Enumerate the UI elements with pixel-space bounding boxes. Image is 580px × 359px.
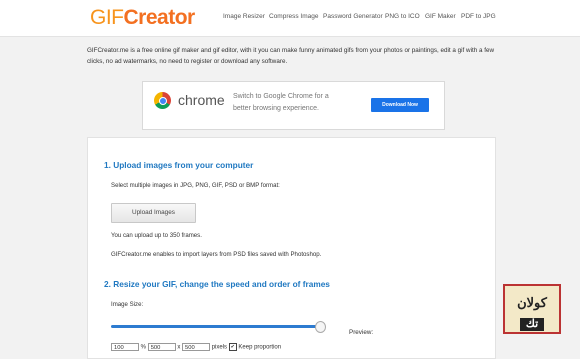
section2-heading: 2. Resize your GIF, change the speed and…: [104, 279, 330, 289]
upload-limit-text: You can upload up to 350 frames.: [111, 232, 202, 239]
top-bar: GIFCreator Image Resizer Compress Image …: [0, 0, 580, 37]
chrome-ad-banner[interactable]: chrome Switch to Google Chrome for a bet…: [142, 81, 445, 130]
download-now-button[interactable]: Download Now: [371, 98, 429, 112]
logo-gif-text: GIF: [90, 6, 124, 29]
watermark-line2: تك: [519, 318, 545, 331]
channel-watermark-logo: كولان تك: [503, 284, 561, 334]
nav-image-resizer[interactable]: Image Resizer: [223, 13, 265, 20]
ad-brand: chrome: [178, 92, 225, 108]
nav-password-generator[interactable]: Password Generator: [323, 13, 383, 20]
site-logo[interactable]: GIFCreator: [90, 6, 195, 30]
intro-text: GIFCreator.me is a free online gif maker…: [87, 47, 495, 65]
gif-creator-panel: 1. Upload images from your computer Sele…: [87, 137, 496, 359]
logo-creator-text: Creator: [123, 6, 196, 29]
upload-images-button[interactable]: Upload Images: [111, 203, 196, 223]
chrome-logo-icon: [154, 92, 171, 109]
section1-heading: 1. Upload images from your computer: [104, 160, 254, 170]
nav-pdf-to-jpg[interactable]: PDF to JPG: [461, 13, 496, 20]
preview-label: Preview:: [349, 329, 374, 336]
nav-gif-maker[interactable]: GIF Maker: [425, 13, 456, 20]
image-size-slider[interactable]: [111, 325, 320, 328]
watermark-line1: كولان: [517, 295, 547, 310]
psd-note-text: GIFCreator.me enables to import layers f…: [111, 251, 322, 258]
ad-message: Switch to Google Chrome for a better bro…: [233, 93, 329, 112]
formats-text: Select multiple images in JPG, PNG, GIF,…: [111, 182, 280, 189]
nav-png-to-ico[interactable]: PNG to ICO: [385, 13, 420, 20]
nav-compress-image[interactable]: Compress Image: [269, 13, 319, 20]
image-size-label: Image Size:: [111, 301, 144, 308]
image-size-slider-handle[interactable]: [315, 321, 326, 333]
